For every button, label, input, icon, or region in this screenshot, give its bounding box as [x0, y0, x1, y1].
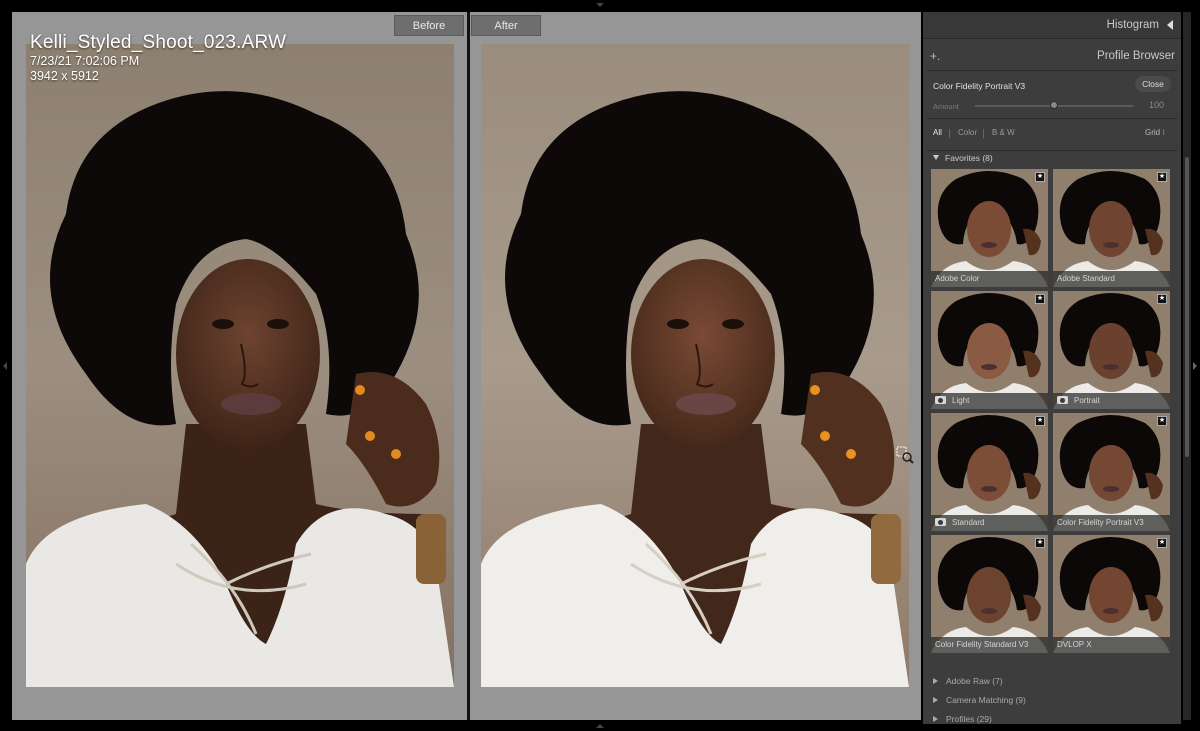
- profile-thumbnail-label: Color Fidelity Portrait V3: [1053, 515, 1170, 531]
- current-profile-name: Color Fidelity Portrait V3: [933, 81, 1026, 91]
- favorite-star-icon[interactable]: ★: [1035, 416, 1045, 426]
- after-tab: After: [471, 15, 541, 36]
- image-dimensions: 3942 x 5912: [30, 69, 99, 83]
- view-mode-select[interactable]: Grid ⁝: [1145, 128, 1165, 137]
- close-button[interactable]: Close: [1135, 76, 1171, 92]
- amount-label: Amount: [933, 102, 959, 111]
- after-photo[interactable]: [481, 44, 909, 687]
- profile-filter-bar: All Color B & W Grid ⁝: [923, 125, 1181, 147]
- filter-color[interactable]: Color: [958, 128, 977, 137]
- histogram-label: Histogram: [1106, 19, 1159, 31]
- right-panel-toggle-icon[interactable]: [1193, 362, 1197, 370]
- profile-preview-image: [931, 291, 1048, 409]
- camera-icon: [935, 518, 946, 526]
- portrait-image: [481, 44, 909, 687]
- profile-name: Color Fidelity Portrait V3: [1057, 518, 1144, 527]
- favorite-star-icon[interactable]: ★: [1035, 538, 1045, 548]
- expand-triangle-icon: [933, 716, 938, 722]
- favorite-star-icon[interactable]: ★: [1157, 294, 1167, 304]
- profile-thumbnail-label: DVLOP X: [1053, 637, 1170, 653]
- profile-thumbnail-label: Portrait: [1053, 393, 1170, 409]
- portrait-image: [26, 44, 454, 687]
- develop-right-panel: Histogram +. Profile Browser Color Fidel…: [923, 12, 1181, 724]
- expand-triangle-icon: [933, 155, 939, 160]
- before-after-viewer: Before Kelli_Styled_Shoot_023.ARW 7/23/2…: [12, 12, 921, 720]
- profile-preview-image: [1053, 535, 1170, 653]
- before-photo[interactable]: [26, 44, 454, 687]
- profile-name: Light: [952, 396, 970, 405]
- profile-thumbnail[interactable]: ★ Color Fidelity Portrait V3: [1053, 413, 1170, 531]
- group-label: Profiles (29): [946, 714, 992, 724]
- profile-preview-image: [931, 413, 1048, 531]
- profile-thumbnail[interactable]: ★ Standard: [931, 413, 1048, 531]
- favorites-group-label: Favorites (8): [945, 153, 993, 163]
- divider: [927, 70, 1177, 71]
- amount-value[interactable]: 100: [1149, 100, 1164, 110]
- profile-thumbnail-label: Adobe Color: [931, 271, 1048, 287]
- zoom-cursor-icon: [896, 446, 914, 464]
- after-pane: After: [470, 12, 921, 720]
- before-tab: Before: [394, 15, 464, 36]
- profile-browser-header: +. Profile Browser: [923, 44, 1181, 70]
- profile-name: Adobe Color: [935, 274, 980, 283]
- profile-name: Adobe Standard: [1057, 274, 1115, 283]
- favorite-star-icon[interactable]: ★: [1157, 538, 1167, 548]
- profile-thumbnail[interactable]: ★ Light: [931, 291, 1048, 409]
- divider: [949, 129, 950, 138]
- profile-group-profiles[interactable]: Profiles (29): [933, 714, 992, 724]
- profile-group-adobe-raw[interactable]: Adobe Raw (7): [933, 676, 1003, 686]
- expand-triangle-icon: [933, 697, 938, 703]
- histogram-header[interactable]: Histogram: [923, 12, 1181, 39]
- scrollbar-thumb[interactable]: [1185, 157, 1189, 457]
- profile-name: Standard: [952, 518, 985, 527]
- favorites-group-header[interactable]: Favorites (8): [933, 153, 993, 163]
- profile-thumbnail-label: Standard: [931, 515, 1048, 531]
- panel-scrollbar[interactable]: [1183, 12, 1191, 720]
- file-name: Kelli_Styled_Shoot_023.ARW: [30, 32, 287, 53]
- profile-thumbnail[interactable]: ★ DVLOP X: [1053, 535, 1170, 653]
- favorite-star-icon[interactable]: ★: [1157, 172, 1167, 182]
- divider: [983, 129, 984, 138]
- profile-preview-image: [1053, 413, 1170, 531]
- group-label: Camera Matching (9): [946, 695, 1026, 705]
- profile-name: DVLOP X: [1057, 640, 1092, 649]
- profile-name: Color Fidelity Standard V3: [935, 640, 1029, 649]
- favorite-star-icon[interactable]: ★: [1157, 416, 1167, 426]
- add-profile-icon[interactable]: +.: [930, 49, 940, 63]
- filter-all[interactable]: All: [933, 128, 942, 137]
- divider: [927, 118, 1177, 119]
- group-label: Adobe Raw (7): [946, 676, 1003, 686]
- filter-bw[interactable]: B & W: [992, 128, 1015, 137]
- favorite-star-icon[interactable]: ★: [1035, 172, 1045, 182]
- left-panel-toggle-icon[interactable]: [3, 362, 7, 370]
- top-panel-toggle-icon[interactable]: [596, 3, 604, 7]
- profile-thumbnail[interactable]: ★ Adobe Color: [931, 169, 1048, 287]
- amount-slider-knob[interactable]: [1050, 101, 1058, 109]
- profile-browser-title: Profile Browser: [1097, 50, 1175, 62]
- profile-preview-image: [931, 169, 1048, 287]
- bottom-panel-toggle-icon[interactable]: [596, 724, 604, 728]
- profile-thumbnail-label: Color Fidelity Standard V3: [931, 637, 1048, 653]
- collapse-triangle-icon[interactable]: [1167, 20, 1173, 30]
- profile-preview-image: [1053, 169, 1170, 287]
- profile-preview-image: [1053, 291, 1170, 409]
- before-pane: Before Kelli_Styled_Shoot_023.ARW 7/23/2…: [12, 12, 467, 720]
- profile-thumbnail[interactable]: ★ Adobe Standard: [1053, 169, 1170, 287]
- expand-triangle-icon: [933, 678, 938, 684]
- camera-icon: [1057, 396, 1068, 404]
- profile-thumbnail[interactable]: ★ Portrait: [1053, 291, 1170, 409]
- profile-preview-image: [931, 535, 1048, 653]
- profile-thumbnail-label: Adobe Standard: [1053, 271, 1170, 287]
- divider: [927, 150, 1177, 151]
- profile-thumbnail[interactable]: ★ Color Fidelity Standard V3: [931, 535, 1048, 653]
- camera-icon: [935, 396, 946, 404]
- image-info-overlay: Kelli_Styled_Shoot_023.ARW 7/23/21 7:02:…: [30, 32, 286, 84]
- favorite-star-icon[interactable]: ★: [1035, 294, 1045, 304]
- profile-group-camera-matching[interactable]: Camera Matching (9): [933, 695, 1026, 705]
- profile-name: Portrait: [1074, 396, 1100, 405]
- profile-thumbnail-label: Light: [931, 393, 1048, 409]
- capture-datetime: 7/23/21 7:02:06 PM: [30, 54, 140, 68]
